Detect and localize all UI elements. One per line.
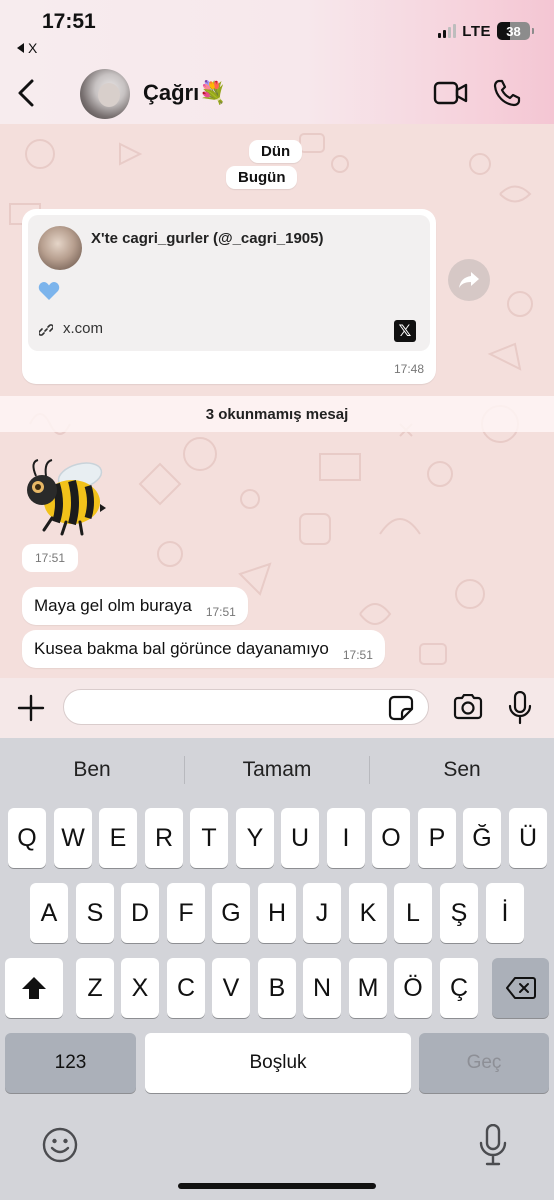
contact-name[interactable]: Çağrı💐 — [143, 80, 227, 106]
emoji-icon[interactable] — [41, 1126, 79, 1164]
go-key[interactable]: Geç — [419, 1033, 549, 1093]
message-time: 17:48 — [393, 362, 424, 376]
key[interactable]: A — [30, 883, 68, 943]
message-time: 17:51 — [342, 648, 373, 662]
key[interactable]: P — [418, 808, 456, 868]
key[interactable]: C — [167, 958, 205, 1018]
blue-heart-icon — [38, 282, 60, 300]
suggestion-item[interactable]: Ben — [0, 748, 184, 792]
message-input-bar — [0, 678, 554, 738]
shift-arrow-icon — [22, 977, 46, 999]
key[interactable]: Ü — [509, 808, 547, 868]
key[interactable]: R — [145, 808, 183, 868]
key[interactable]: Ö — [394, 958, 432, 1018]
home-indicator — [178, 1183, 376, 1189]
status-indicators: LTE 38 — [438, 22, 534, 40]
status-time: 17:51 — [42, 10, 96, 33]
back-to-app-link[interactable]: X — [17, 40, 37, 56]
x-logo-icon: 𝕏 — [394, 320, 416, 342]
microphone-icon[interactable] — [508, 691, 532, 725]
camera-icon[interactable] — [452, 694, 484, 720]
key[interactable]: U — [281, 808, 319, 868]
key[interactable]: Ç — [440, 958, 478, 1018]
back-triangle-icon — [17, 43, 24, 53]
key[interactable]: T — [190, 808, 228, 868]
numbers-key[interactable]: 123 — [5, 1033, 136, 1093]
sticker-icon[interactable] — [388, 695, 414, 721]
plus-icon[interactable] — [17, 694, 45, 722]
battery-icon: 38 — [497, 22, 534, 40]
chat-area[interactable]: Dün Bugün X'te cagri_gurler (@_cagri_190… — [0, 124, 554, 678]
key[interactable]: M — [349, 958, 387, 1018]
key[interactable]: Ğ — [463, 808, 501, 868]
message-time: 17:51 — [205, 605, 236, 619]
preview-domain: x.com — [63, 320, 104, 337]
key[interactable]: L — [394, 883, 432, 943]
backspace-icon — [505, 977, 536, 999]
preview-avatar — [38, 226, 82, 270]
key[interactable]: E — [99, 808, 137, 868]
key[interactable]: Y — [236, 808, 274, 868]
back-app-label: X — [28, 40, 38, 56]
key[interactable]: I — [327, 808, 365, 868]
key[interactable]: V — [212, 958, 250, 1018]
video-call-icon[interactable] — [433, 80, 469, 106]
link-preview-card[interactable]: X'te cagri_gurler (@_cagri_1905) x.com 𝕏 — [28, 215, 430, 351]
key[interactable]: N — [303, 958, 341, 1018]
message-text: Maya gel olm buraya — [34, 596, 192, 615]
suggestion-item[interactable]: Tamam — [185, 748, 369, 792]
forward-button[interactable] — [448, 259, 490, 301]
date-pill-yesterday: Dün — [249, 140, 303, 163]
link-message-bubble[interactable]: X'te cagri_gurler (@_cagri_1905) x.com 𝕏… — [22, 209, 436, 384]
message-input[interactable] — [63, 689, 429, 725]
battery-level: 38 — [506, 23, 521, 39]
key[interactable]: H — [258, 883, 296, 943]
key[interactable]: İ — [486, 883, 524, 943]
space-key[interactable]: Boşluk — [145, 1033, 411, 1093]
forward-arrow-icon — [459, 272, 479, 288]
suggestion-item[interactable]: Sen — [370, 748, 554, 792]
bee-sticker[interactable] — [22, 452, 106, 536]
shift-key[interactable] — [5, 958, 63, 1018]
key[interactable]: Z — [76, 958, 114, 1018]
key[interactable]: Q — [8, 808, 46, 868]
key[interactable]: D — [121, 883, 159, 943]
suggestion-bar: Ben Tamam Sen — [0, 748, 554, 792]
signal-icon — [438, 24, 457, 38]
keyboard: Ben Tamam Sen Q W E R T Y U I O P Ğ Ü A … — [0, 738, 554, 1200]
key[interactable]: J — [303, 883, 341, 943]
link-icon — [39, 324, 53, 336]
sticker-time: 17:51 — [22, 544, 79, 572]
message-text: Kusea bakma bal görünce dayanamıyo — [34, 639, 329, 658]
unread-messages-banner: 3 okunmamış mesaj — [0, 396, 554, 432]
dictation-microphone-icon[interactable] — [478, 1124, 508, 1166]
back-chevron-icon[interactable] — [12, 78, 42, 108]
key[interactable]: K — [349, 883, 387, 943]
top-bar: 17:51 X LTE 38 Çağrı💐 — [0, 0, 554, 124]
key[interactable]: Ş — [440, 883, 478, 943]
key[interactable]: B — [258, 958, 296, 1018]
key[interactable]: S — [76, 883, 114, 943]
key[interactable]: W — [54, 808, 92, 868]
preview-title: X'te cagri_gurler (@_cagri_1905) — [91, 230, 324, 247]
backspace-key[interactable] — [492, 958, 549, 1018]
message-bubble[interactable]: Kusea bakma bal görünce dayanamıyo 17:51 — [22, 630, 385, 668]
key[interactable]: O — [372, 808, 410, 868]
key[interactable]: G — [212, 883, 250, 943]
network-label: LTE — [462, 22, 491, 40]
key[interactable]: F — [167, 883, 205, 943]
contact-avatar[interactable] — [80, 69, 130, 119]
message-bubble[interactable]: Maya gel olm buraya 17:51 — [22, 587, 248, 625]
phone-call-icon[interactable] — [492, 78, 522, 108]
date-pill-today: Bugün — [226, 166, 298, 189]
key[interactable]: X — [121, 958, 159, 1018]
